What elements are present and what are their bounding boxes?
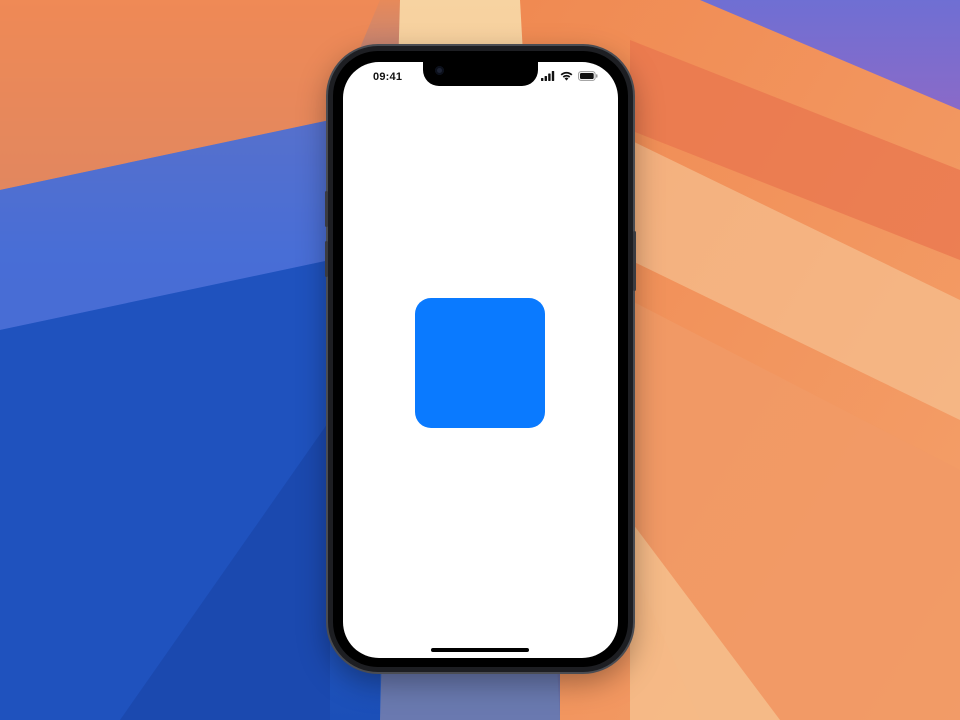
status-time: 09:41 bbox=[373, 71, 403, 83]
volume-up-button bbox=[325, 191, 328, 227]
notch bbox=[423, 62, 538, 86]
front-camera-icon bbox=[435, 66, 444, 75]
battery-icon bbox=[578, 68, 598, 86]
power-button bbox=[633, 231, 636, 291]
iphone-frame: 09:41 bbox=[325, 46, 636, 672]
wifi-icon bbox=[560, 68, 573, 86]
phone-screen: 09:41 bbox=[343, 62, 618, 658]
blue-square[interactable] bbox=[415, 298, 545, 428]
volume-down-button bbox=[325, 241, 328, 277]
status-icons bbox=[541, 71, 598, 83]
cellular-signal-icon bbox=[541, 68, 555, 86]
home-indicator[interactable] bbox=[431, 648, 529, 652]
